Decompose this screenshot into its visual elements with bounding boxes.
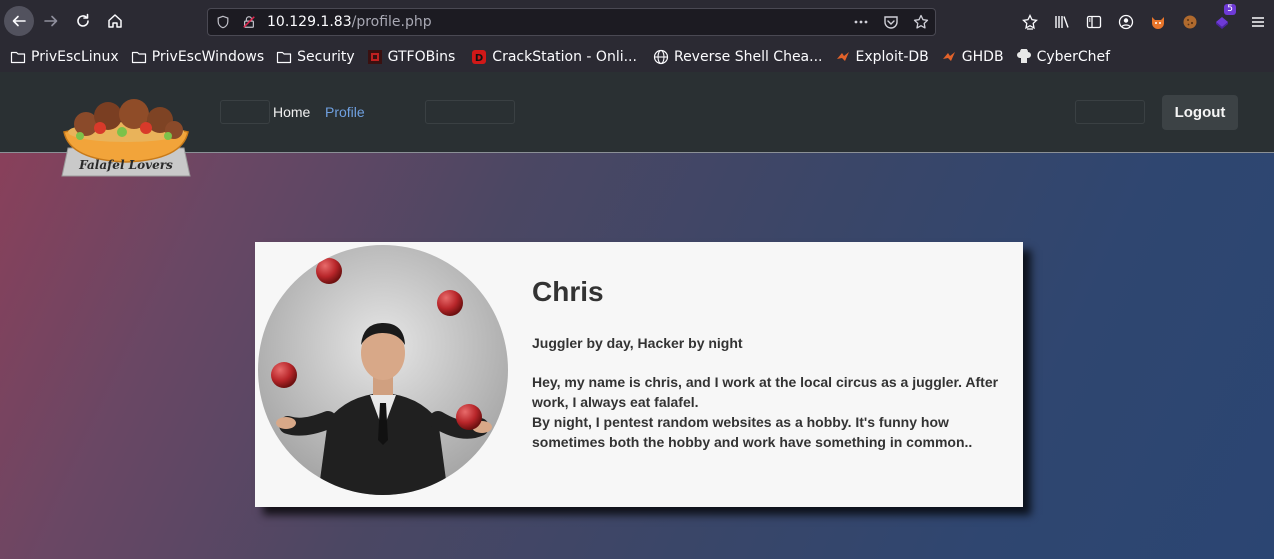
home-icon [108, 14, 122, 28]
tracking-shield-icon[interactable] [215, 14, 231, 30]
site-logo[interactable]: Falafel Lovers [56, 98, 196, 184]
back-button[interactable] [4, 6, 34, 36]
bookmark-label: CyberChef [1036, 49, 1111, 65]
arrow-left-icon [12, 15, 26, 27]
logout-button[interactable]: Logout [1162, 95, 1238, 130]
bookmark-label: PrivEscLinux [31, 49, 119, 65]
gtfobins-icon [367, 49, 383, 65]
cookie-editor-icon[interactable] [1174, 10, 1206, 34]
extension-badge: 5 [1224, 4, 1236, 15]
profile-name: Chris [532, 276, 604, 307]
faded-nav-element [1075, 100, 1145, 124]
url-path: /profile.php [351, 14, 432, 30]
bookmark-exploit-db[interactable]: Exploit-DB [835, 45, 929, 69]
svg-text:D: D [475, 53, 483, 64]
extension-icon[interactable]: 5 [1206, 4, 1238, 34]
cyberchef-icon [1016, 49, 1032, 65]
bookmark-label: GTFOBins [387, 49, 456, 65]
bookmark-star-icon[interactable] [913, 14, 929, 30]
folder-icon [131, 49, 147, 65]
logo-text: Falafel Lovers [78, 158, 173, 172]
profile-tagline: Juggler by day, Hacker by night [532, 335, 743, 351]
url-text[interactable]: 10.129.1.83/profile.php [267, 14, 432, 30]
profile-card: Chris Juggler by day, Hacker by night He… [255, 242, 1023, 507]
faded-nav-element [425, 100, 515, 124]
toolbar-right: 5 [1014, 4, 1274, 34]
bookmark-crackstation-onli[interactable]: D CrackStation - Onli... [471, 45, 637, 69]
library-icon[interactable] [1046, 10, 1078, 34]
profile-bio-paragraph-1: Hey, my name is chris, and I work at the… [532, 374, 999, 410]
bookmark-security[interactable]: Security [276, 45, 355, 69]
foxyproxy-icon[interactable] [1142, 10, 1174, 34]
site-navbar: Falafel Lovers Home Profile Logout [0, 72, 1274, 177]
bookmark-gtfobins[interactable]: GTFOBins [367, 45, 456, 69]
bookmark-label: Exploit-DB [855, 49, 929, 65]
account-icon[interactable] [1110, 10, 1142, 34]
home-button[interactable] [100, 6, 130, 36]
menu-icon[interactable] [1242, 10, 1274, 34]
sidebar-icon[interactable] [1078, 10, 1110, 34]
crackstation-icon: D [471, 49, 487, 65]
browser-toolbar: 10.129.1.83/profile.php 5 [0, 0, 1274, 42]
insecure-lock-icon[interactable] [241, 14, 257, 30]
faded-nav-element [220, 100, 270, 124]
url-host: 10.129.1.83 [267, 14, 352, 30]
pocket-icon[interactable] [883, 14, 899, 30]
folder-icon [10, 49, 26, 65]
bookmark-reverse-shell-chea[interactable]: Reverse Shell Chea... [653, 45, 823, 69]
bookmark-privescwindows[interactable]: PrivEscWindows [131, 45, 264, 69]
bookmark-label: CrackStation - Onli... [492, 49, 637, 65]
address-bar[interactable]: 10.129.1.83/profile.php [207, 8, 936, 36]
bookmark-cyberchef[interactable]: CyberChef [1016, 45, 1111, 69]
arrow-right-icon [44, 15, 58, 27]
urlbar-actions [853, 14, 929, 30]
nav-home-link[interactable]: Home [273, 104, 310, 120]
bookmarks-bar: PrivEscLinux PrivEscWindows Security GTFOBi… [0, 42, 1274, 72]
bookmark-label: GHDB [961, 49, 1004, 65]
profile-avatar [258, 245, 508, 495]
bookmark-ghdb[interactable]: GHDB [941, 45, 1004, 69]
web-page: Falafel Lovers Home Profile Logout Chris… [0, 72, 1274, 559]
page-actions-icon[interactable] [853, 14, 869, 30]
bookmark-privesclinux[interactable]: PrivEscLinux [10, 45, 119, 69]
globe-icon [653, 49, 669, 65]
bookmark-label: Reverse Shell Chea... [673, 49, 823, 65]
exploitdb-icon [835, 49, 851, 65]
bookmark-label: Security [297, 49, 355, 65]
nav-profile-link[interactable]: Profile [325, 104, 365, 120]
reload-icon [77, 13, 89, 27]
profile-bio-paragraph-2: By night, I pentest random websites as a… [532, 414, 973, 450]
forward-button[interactable] [36, 6, 66, 36]
ghdb-icon [941, 49, 957, 65]
reload-button[interactable] [68, 6, 98, 36]
folder-icon [276, 49, 292, 65]
bookmark-label: PrivEscWindows [151, 49, 265, 65]
reading-list-icon[interactable] [1014, 10, 1046, 34]
